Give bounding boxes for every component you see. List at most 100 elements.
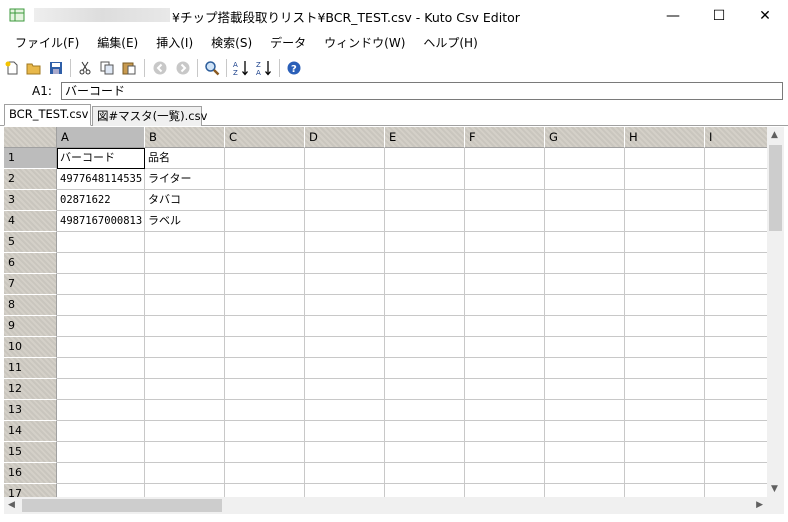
menu-window[interactable]: ウィンドウ(W) (315, 31, 414, 55)
menu-insert[interactable]: 挿入(I) (147, 31, 202, 55)
grid-cell[interactable] (385, 358, 465, 379)
grid-cell[interactable] (145, 253, 225, 274)
row-header-14[interactable]: 14 (4, 421, 57, 442)
grid-cell[interactable] (57, 463, 145, 484)
cut-icon[interactable] (76, 59, 94, 77)
grid-cell[interactable]: ラベル (145, 211, 225, 232)
sort-ascending-icon[interactable]: AZ (232, 59, 250, 77)
grid-cell[interactable] (465, 253, 545, 274)
grid-cell[interactable] (545, 463, 625, 484)
grid-cell[interactable] (305, 148, 385, 169)
row-header-11[interactable]: 11 (4, 358, 57, 379)
row-header-1[interactable]: 1 (4, 148, 57, 169)
paste-icon[interactable] (120, 59, 138, 77)
grid-cell[interactable] (465, 148, 545, 169)
grid-cell[interactable] (145, 232, 225, 253)
grid-cell[interactable] (385, 211, 465, 232)
grid-cell[interactable] (57, 316, 145, 337)
grid-cell[interactable] (385, 337, 465, 358)
grid-cell[interactable] (225, 442, 305, 463)
grid-cell[interactable] (57, 379, 145, 400)
grid-cell[interactable] (57, 400, 145, 421)
scroll-up-icon[interactable]: ▲ (771, 130, 778, 140)
grid-cell[interactable] (545, 190, 625, 211)
grid-cell[interactable] (225, 211, 305, 232)
grid-cell[interactable] (465, 295, 545, 316)
grid-cell[interactable] (57, 274, 145, 295)
grid-cell[interactable] (225, 169, 305, 190)
grid-cell[interactable] (625, 316, 705, 337)
menu-search[interactable]: 検索(S) (202, 31, 261, 55)
grid-cell[interactable] (625, 379, 705, 400)
grid-cell[interactable] (385, 295, 465, 316)
minimize-button[interactable]: — (650, 0, 696, 31)
grid-cell[interactable] (225, 421, 305, 442)
grid-cell[interactable] (225, 253, 305, 274)
grid-cell[interactable] (57, 442, 145, 463)
grid-cell[interactable] (545, 232, 625, 253)
grid-cell[interactable] (625, 421, 705, 442)
grid-cell[interactable] (225, 148, 305, 169)
grid-cell[interactable] (625, 442, 705, 463)
grid-cell[interactable] (625, 169, 705, 190)
grid-cell[interactable] (385, 253, 465, 274)
grid-cell[interactable] (545, 211, 625, 232)
grid-cell[interactable] (465, 400, 545, 421)
forward-icon[interactable] (174, 59, 192, 77)
grid-cell[interactable] (545, 274, 625, 295)
grid-cell[interactable] (545, 421, 625, 442)
grid-cell[interactable] (465, 442, 545, 463)
grid-cell[interactable] (57, 358, 145, 379)
grid-cell[interactable] (145, 337, 225, 358)
grid-cell[interactable] (225, 379, 305, 400)
grid-cell[interactable] (225, 358, 305, 379)
grid-cell[interactable] (385, 463, 465, 484)
grid-cell[interactable] (545, 379, 625, 400)
grid-cell[interactable] (57, 337, 145, 358)
grid-cell[interactable] (625, 253, 705, 274)
grid-cell[interactable] (305, 211, 385, 232)
grid-cell[interactable] (305, 379, 385, 400)
grid-cell[interactable] (225, 316, 305, 337)
grid-cell[interactable] (305, 295, 385, 316)
grid-cell[interactable] (145, 421, 225, 442)
grid-cell[interactable] (305, 337, 385, 358)
close-button[interactable]: ✕ (742, 0, 788, 31)
grid-cell[interactable] (225, 295, 305, 316)
help-icon[interactable]: ? (285, 59, 303, 77)
tab-master-list[interactable]: 図#マスタ(一覧).csv (92, 106, 207, 126)
formula-input[interactable]: バーコード (61, 82, 783, 100)
grid-cell[interactable] (625, 358, 705, 379)
column-header-b[interactable]: B (145, 127, 225, 148)
menu-edit[interactable]: 編集(E) (88, 31, 147, 55)
row-header-4[interactable]: 4 (4, 211, 57, 232)
column-header-a[interactable]: A (57, 127, 145, 148)
grid-cell[interactable] (145, 316, 225, 337)
horizontal-scroll-thumb[interactable] (22, 499, 222, 512)
grid-cell[interactable] (545, 358, 625, 379)
horizontal-scrollbar[interactable]: ◀ ▶ (4, 497, 767, 514)
grid-cell[interactable] (225, 232, 305, 253)
grid-cell[interactable]: タバコ (145, 190, 225, 211)
grid-cell[interactable] (225, 337, 305, 358)
grid-cell[interactable] (57, 421, 145, 442)
column-header-d[interactable]: D (305, 127, 385, 148)
grid-cell[interactable] (145, 463, 225, 484)
grid-cell[interactable]: 4977648114535 (57, 169, 145, 190)
row-header-5[interactable]: 5 (4, 232, 57, 253)
grid-cell[interactable] (465, 337, 545, 358)
row-header-12[interactable]: 12 (4, 379, 57, 400)
grid-cell[interactable] (625, 274, 705, 295)
grid-cell[interactable] (145, 358, 225, 379)
row-header-9[interactable]: 9 (4, 316, 57, 337)
scroll-right-icon[interactable]: ▶ (756, 500, 763, 510)
grid-cell[interactable] (385, 421, 465, 442)
row-header-8[interactable]: 8 (4, 295, 57, 316)
grid-cell[interactable] (305, 190, 385, 211)
scroll-down-icon[interactable]: ▼ (771, 484, 778, 494)
grid-cell[interactable] (545, 400, 625, 421)
column-header-e[interactable]: E (385, 127, 465, 148)
scroll-left-icon[interactable]: ◀ (8, 500, 15, 510)
open-folder-icon[interactable] (25, 59, 43, 77)
column-header-h[interactable]: H (625, 127, 705, 148)
